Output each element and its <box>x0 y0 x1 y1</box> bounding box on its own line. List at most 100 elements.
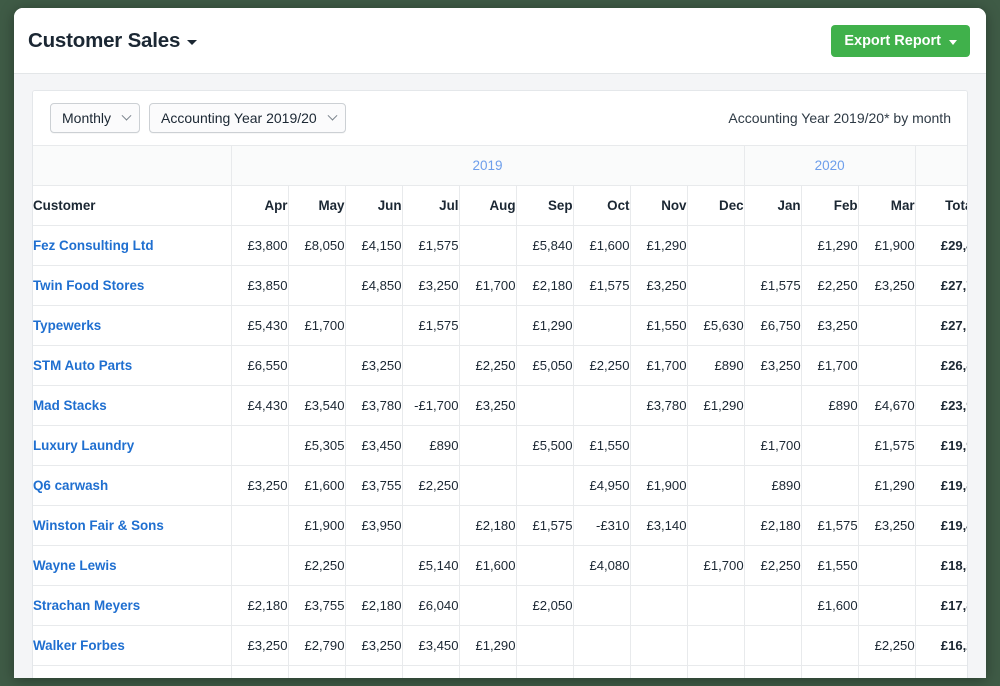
column-header-total[interactable]: Total <box>915 185 967 226</box>
amount-cell-jan: £890 <box>744 465 802 506</box>
amount-cell-apr: £2,180 <box>231 585 289 626</box>
amount-cell-jul: £3,450 <box>402 625 460 666</box>
customer-link[interactable]: Wayne Lewis <box>33 558 117 573</box>
customer-link[interactable]: Q6 carwash <box>33 478 108 493</box>
amount-cell-dec: £5,630 <box>687 305 745 346</box>
table-row-partial <box>33 665 967 678</box>
amount-cell-may <box>288 345 346 386</box>
amount-cell-nov: £3,140 <box>630 505 688 546</box>
amount-cell-mar <box>858 585 916 626</box>
amount-cell-jul: £2,250 <box>402 465 460 506</box>
column-header-customer[interactable]: Customer <box>33 185 232 226</box>
amount-cell-jul: -£1,700 <box>402 385 460 426</box>
column-header-jul[interactable]: Jul <box>402 185 460 226</box>
amount-cell-jan <box>744 225 802 266</box>
amount-cell-feb: £1,600 <box>801 585 859 626</box>
amount-cell-nov <box>630 425 688 466</box>
column-header-aug[interactable]: Aug <box>459 185 517 226</box>
customer-link[interactable]: Typewerks <box>33 318 101 333</box>
customer-cell: STM Auto Parts <box>33 345 232 386</box>
amount-cell-may: £1,600 <box>288 465 346 506</box>
customer-link[interactable]: Strachan Meyers <box>33 598 140 613</box>
column-header-jun[interactable]: Jun <box>345 185 403 226</box>
amount-cell-may: £2,790 <box>288 625 346 666</box>
column-header-feb[interactable]: Feb <box>801 185 859 226</box>
column-header-oct[interactable]: Oct <box>573 185 631 226</box>
amount-cell-dec: £890 <box>687 345 745 386</box>
year-group-2020: 2020 <box>744 145 916 186</box>
amount-cell-apr <box>231 545 289 586</box>
amount-cell-feb: £1,290 <box>801 225 859 266</box>
amount-cell-oct: £4,080 <box>573 545 631 586</box>
amount-cell-jan: £3,250 <box>744 345 802 386</box>
column-header-mar[interactable]: Mar <box>858 185 916 226</box>
table-row: Twin Food Stores £3,850 £4,850 £3,250 £1,700… <box>33 265 967 306</box>
amount-cell-oct: £1,550 <box>573 425 631 466</box>
amount-cell-jan: £2,250 <box>744 545 802 586</box>
amount-cell-dec <box>687 265 745 306</box>
customer-link[interactable]: Walker Forbes <box>33 638 125 653</box>
empty-cell <box>744 665 802 678</box>
customer-link[interactable]: Luxury Laundry <box>33 438 134 453</box>
amount-cell-feb: £890 <box>801 385 859 426</box>
amount-cell-jan <box>744 585 802 626</box>
amount-cell-jul: £6,040 <box>402 585 460 626</box>
customer-cell: Strachan Meyers <box>33 585 232 626</box>
customer-cell: Luxury Laundry <box>33 425 232 466</box>
year-group-2019: 2019 <box>231 145 745 186</box>
customer-link[interactable]: Fez Consulting Ltd <box>33 238 154 253</box>
customer-link[interactable]: STM Auto Parts <box>33 358 132 373</box>
table-row: Strachan Meyers £2,180 £3,755 £2,180 £6,040 £… <box>33 585 967 626</box>
table-scroll-region[interactable]: 2019 2020 Customer Apr May Jun Jul Aug Sep Oct No… <box>33 145 967 678</box>
page-title-dropdown[interactable]: Customer Sales <box>28 29 198 53</box>
amount-cell-aug <box>459 425 517 466</box>
amount-cell-may: £5,305 <box>288 425 346 466</box>
amount-cell-feb: £2,250 <box>801 265 859 306</box>
total-cell: £19,885 <box>915 465 967 506</box>
customer-link[interactable]: Twin Food Stores <box>33 278 144 293</box>
empty-cell <box>345 665 403 678</box>
column-header-row: Customer Apr May Jun Jul Aug Sep Oct Nov Dec Jan Fe… <box>33 185 967 226</box>
amount-cell-aug: £1,290 <box>459 625 517 666</box>
export-report-button[interactable]: Export Report <box>831 24 970 57</box>
customer-link[interactable]: Mad Stacks <box>33 398 107 413</box>
chevron-down-icon <box>327 110 338 121</box>
amount-cell-jan: £2,180 <box>744 505 802 546</box>
amount-cell-sep: £5,840 <box>516 225 574 266</box>
amount-cell-oct: £1,600 <box>573 225 631 266</box>
empty-cell <box>288 665 346 678</box>
amount-cell-sep <box>516 625 574 666</box>
amount-cell-feb: £3,250 <box>801 305 859 346</box>
amount-cell-jun: £3,250 <box>345 625 403 666</box>
amount-cell-sep: £5,050 <box>516 345 574 386</box>
column-header-nov[interactable]: Nov <box>630 185 688 226</box>
amount-cell-mar <box>858 545 916 586</box>
column-header-may[interactable]: May <box>288 185 346 226</box>
accounting-year-select-value: Accounting Year 2019/20 <box>161 110 317 126</box>
amount-cell-apr: £3,800 <box>231 225 289 266</box>
table-row: Winston Fair & Sons £1,900 £3,950 £2,180 £1,… <box>33 505 967 546</box>
column-header-apr[interactable]: Apr <box>231 185 289 226</box>
amount-cell-sep <box>516 545 574 586</box>
table-body: Fez Consulting Ltd £3,800 £8,050 £4,150 £1,5… <box>33 225 967 678</box>
column-header-dec[interactable]: Dec <box>687 185 745 226</box>
year-group-blank <box>915 145 967 186</box>
amount-cell-oct: £1,575 <box>573 265 631 306</box>
amount-cell-aug <box>459 225 517 266</box>
empty-cell <box>573 665 631 678</box>
accounting-year-select[interactable]: Accounting Year 2019/20 <box>149 103 346 133</box>
empty-cell <box>915 665 967 678</box>
amount-cell-oct <box>573 305 631 346</box>
customer-cell: Fez Consulting Ltd <box>33 225 232 266</box>
amount-cell-dec: £1,700 <box>687 545 745 586</box>
column-header-jan[interactable]: Jan <box>744 185 802 226</box>
amount-cell-dec <box>687 585 745 626</box>
table-row: Fez Consulting Ltd £3,800 £8,050 £4,150 £1,5… <box>33 225 967 266</box>
amount-cell-sep: £1,575 <box>516 505 574 546</box>
column-header-sep[interactable]: Sep <box>516 185 574 226</box>
amount-cell-oct: £4,950 <box>573 465 631 506</box>
customer-link[interactable]: Winston Fair & Sons <box>33 518 164 533</box>
amount-cell-apr: £3,250 <box>231 625 289 666</box>
amount-cell-mar: £4,670 <box>858 385 916 426</box>
period-select[interactable]: Monthly <box>50 103 141 133</box>
